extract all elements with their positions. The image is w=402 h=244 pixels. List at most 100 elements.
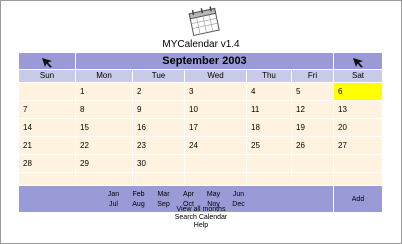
day-number[interactable]: 20 <box>334 119 382 132</box>
month-link[interactable]: Feb <box>126 190 151 200</box>
day-cell[interactable]: 25 <box>246 136 292 155</box>
day-cell[interactable]: 13 <box>333 100 383 119</box>
month-link[interactable]: Jun <box>226 190 251 200</box>
month-link[interactable]: Apr <box>176 190 201 200</box>
weekday-label: Thu <box>246 69 292 83</box>
weekday-label: Mon <box>75 69 133 83</box>
next-month-button[interactable] <box>333 52 383 70</box>
day-cell <box>18 172 76 186</box>
day-number[interactable]: 19 <box>292 119 333 132</box>
month-link[interactable]: Jan <box>101 190 126 200</box>
day-cell[interactable]: 30 <box>132 154 185 173</box>
day-cell[interactable]: 23 <box>132 136 185 155</box>
day-cell[interactable]: 12 <box>291 100 334 119</box>
day-cell[interactable]: 26 <box>291 136 334 155</box>
day-cell[interactable]: 16 <box>132 118 185 137</box>
day-cell <box>333 172 383 186</box>
day-number[interactable]: 17 <box>185 119 246 132</box>
day-number[interactable]: 8 <box>76 101 132 114</box>
day-cell[interactable]: 3 <box>184 82 247 101</box>
day-cell[interactable]: 27 <box>333 136 383 155</box>
day-cell[interactable]: 24 <box>184 136 247 155</box>
day-cell[interactable] <box>184 154 247 173</box>
day-cell[interactable]: 5 <box>291 82 334 101</box>
day-number[interactable]: 24 <box>185 137 246 150</box>
calendar-logo-icon <box>188 6 220 37</box>
day-number[interactable]: 7 <box>19 101 75 114</box>
day-cell[interactable]: 7 <box>18 100 76 119</box>
day-number[interactable]: 28 <box>19 155 75 168</box>
day-cell <box>291 172 334 186</box>
day-number[interactable]: 3 <box>185 83 246 96</box>
day-cell[interactable]: 10 <box>184 100 247 119</box>
view-all-months-link[interactable]: View all months <box>0 206 402 214</box>
day-cell[interactable] <box>246 154 292 173</box>
day-number[interactable]: 27 <box>334 137 382 150</box>
day-cell[interactable] <box>18 82 76 101</box>
month-link[interactable]: Mar <box>151 190 176 200</box>
day-cell[interactable]: 17 <box>184 118 247 137</box>
day-cell[interactable]: 8 <box>75 100 133 119</box>
day-cell[interactable]: 28 <box>18 154 76 173</box>
day-number[interactable]: 6 <box>334 83 382 96</box>
day-cell[interactable]: 19 <box>291 118 334 137</box>
day-number[interactable]: 1 <box>76 83 132 96</box>
search-calendar-link[interactable]: Search Calendar <box>0 214 402 222</box>
prev-month-button[interactable] <box>18 52 76 70</box>
day-number[interactable]: 4 <box>247 83 291 96</box>
day-number[interactable]: 5 <box>292 83 333 96</box>
weekday-label: Wed <box>184 69 247 83</box>
day-cell <box>246 172 292 186</box>
day-number[interactable]: 22 <box>76 137 132 150</box>
day-number[interactable]: 2 <box>133 83 184 96</box>
day-number[interactable] <box>247 155 291 159</box>
day-number[interactable]: 12 <box>292 101 333 114</box>
weekday-label: Tue <box>132 69 185 83</box>
day-cell-today[interactable]: 6 <box>333 82 383 101</box>
day-number[interactable]: 14 <box>19 119 75 132</box>
day-cell[interactable]: 9 <box>132 100 185 119</box>
next-month-arrow-icon <box>353 57 363 67</box>
day-cell[interactable]: 1 <box>75 82 133 101</box>
help-link[interactable]: Help <box>0 222 402 230</box>
day-number[interactable]: 13 <box>334 101 382 114</box>
day-number[interactable]: 26 <box>292 137 333 150</box>
day-cell[interactable]: 2 <box>132 82 185 101</box>
month-link[interactable]: May <box>201 190 226 200</box>
prev-month-arrow-icon <box>42 57 52 67</box>
week-row: 1 2 3 4 5 6 <box>18 82 383 101</box>
day-cell[interactable]: 14 <box>18 118 76 137</box>
day-cell[interactable]: 20 <box>333 118 383 137</box>
day-number[interactable] <box>185 155 246 159</box>
day-cell[interactable]: 4 <box>246 82 292 101</box>
day-number[interactable] <box>292 155 333 159</box>
day-number[interactable] <box>334 155 382 159</box>
day-cell <box>132 172 185 186</box>
day-number[interactable]: 23 <box>133 137 184 150</box>
day-number[interactable]: 21 <box>19 137 75 150</box>
day-cell[interactable]: 29 <box>75 154 133 173</box>
day-cell[interactable]: 15 <box>75 118 133 137</box>
week-row: 14 15 16 17 18 19 20 <box>18 118 383 137</box>
day-cell[interactable]: 18 <box>246 118 292 137</box>
day-number[interactable]: 30 <box>133 155 184 168</box>
weekday-label: Fri <box>291 69 334 83</box>
day-number[interactable]: 11 <box>247 101 291 114</box>
week-row: 7 8 9 10 11 12 13 <box>18 100 383 119</box>
day-cell[interactable]: 22 <box>75 136 133 155</box>
day-cell[interactable]: 21 <box>18 136 76 155</box>
day-number[interactable]: 10 <box>185 101 246 114</box>
day-cell[interactable] <box>333 154 383 173</box>
day-cell[interactable] <box>291 154 334 173</box>
day-cell[interactable]: 11 <box>246 100 292 119</box>
day-number[interactable]: 25 <box>247 137 291 150</box>
day-number[interactable]: 29 <box>76 155 132 168</box>
day-number[interactable]: 18 <box>247 119 291 132</box>
add-event-button[interactable]: Add <box>352 196 364 203</box>
day-number[interactable]: 16 <box>133 119 184 132</box>
day-number[interactable] <box>19 83 75 87</box>
month-title: September 2003 <box>75 52 334 70</box>
day-number[interactable]: 15 <box>76 119 132 132</box>
day-number[interactable]: 9 <box>133 101 184 114</box>
week-row: 21 22 23 24 25 26 27 <box>18 136 383 155</box>
